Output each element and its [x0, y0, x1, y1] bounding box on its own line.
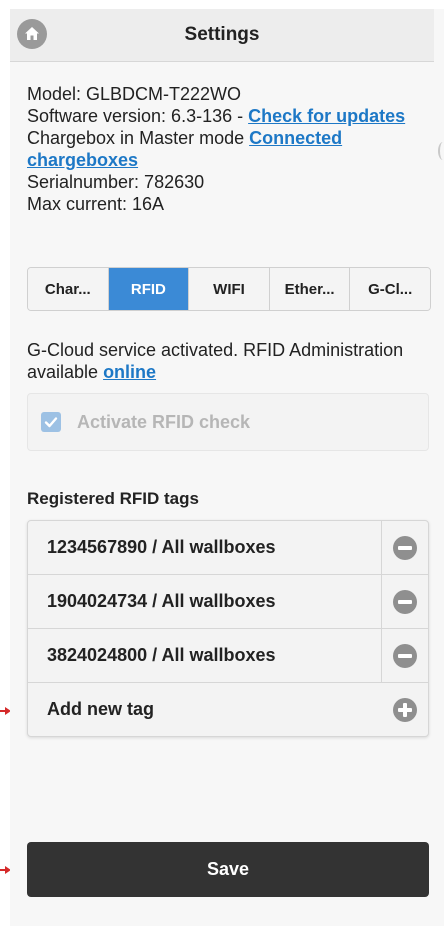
rfid-tag-label: 1234567890 / All wallboxes: [47, 537, 276, 557]
rfid-tag-row[interactable]: 1904024734 / All wallboxes: [28, 575, 428, 629]
save-button[interactable]: Save: [27, 842, 429, 897]
chargebox-mode-text: Chargebox in Master mode: [27, 128, 250, 148]
settings-tabs: Char... RFID WIFI Ether... G-Cl...: [27, 267, 431, 311]
scroll-edge-indicator: [438, 142, 444, 160]
serial-number-line: Serialnumber: 782630: [27, 172, 205, 192]
rfid-tag-label: 3824024800 / All wallboxes: [47, 645, 276, 665]
minus-circle-icon: [393, 589, 417, 614]
tab-charging[interactable]: Char...: [28, 268, 109, 310]
page-title: Settings: [184, 24, 260, 45]
add-new-tag-row[interactable]: Add new tag: [28, 683, 428, 736]
rfid-tag-list: 1234567890 / All wallboxes 1904024734 / …: [27, 520, 429, 737]
check-updates-link[interactable]: Check for updates: [248, 106, 405, 126]
online-link[interactable]: online: [103, 362, 156, 382]
model-line: Model: GLBDCM-T222WO: [27, 84, 242, 104]
rfid-tag-row[interactable]: 1234567890 / All wallboxes: [28, 521, 428, 575]
header-bar: Settings: [10, 9, 434, 62]
checkmark-icon: [44, 417, 58, 428]
minus-circle-icon: [393, 643, 417, 668]
software-version-line: Software version: 6.3-136 - Check for up…: [27, 105, 437, 127]
annotation-arrow-add-tag: [0, 707, 11, 715]
minus-circle-icon: [393, 535, 417, 560]
activate-rfid-check-toggle[interactable]: Activate RFID check: [27, 393, 429, 451]
plus-circle-icon: [393, 697, 417, 722]
chargebox-mode-line: Chargebox in Master mode Connected charg…: [27, 127, 437, 171]
tab-rfid[interactable]: RFID: [108, 268, 190, 310]
activate-rfid-checkbox[interactable]: [41, 412, 61, 432]
remove-tag-button[interactable]: [381, 575, 428, 628]
activate-rfid-label: Activate RFID check: [77, 411, 251, 432]
remove-tag-button[interactable]: [381, 629, 428, 682]
tab-ethernet[interactable]: Ether...: [269, 268, 351, 310]
max-current-line: Max current: 16A: [27, 194, 165, 214]
add-new-tag-label: Add new tag: [47, 699, 154, 719]
gcloud-status-text: G-Cloud service activated. RFID Administ…: [27, 339, 427, 383]
gcloud-status-message: G-Cloud service activated. RFID Administ…: [27, 340, 404, 382]
remove-tag-button[interactable]: [381, 521, 428, 574]
tab-g-cloud[interactable]: G-Cl...: [350, 268, 430, 310]
add-tag-button[interactable]: [382, 683, 428, 736]
tab-wifi[interactable]: WIFI: [189, 268, 270, 310]
device-info: Model: GLBDCM-T222WO Software version: 6…: [27, 83, 437, 215]
annotation-arrow-save: [0, 866, 11, 874]
software-version-text: Software version: 6.3-136 -: [27, 106, 249, 126]
settings-page: Settings Model: GLBDCM-T222WO Software v…: [10, 9, 444, 926]
registered-tags-title: Registered RFID tags: [27, 489, 199, 508]
rfid-tag-label: 1904024734 / All wallboxes: [47, 591, 276, 611]
rfid-tag-row[interactable]: 3824024800 / All wallboxes: [28, 629, 428, 683]
